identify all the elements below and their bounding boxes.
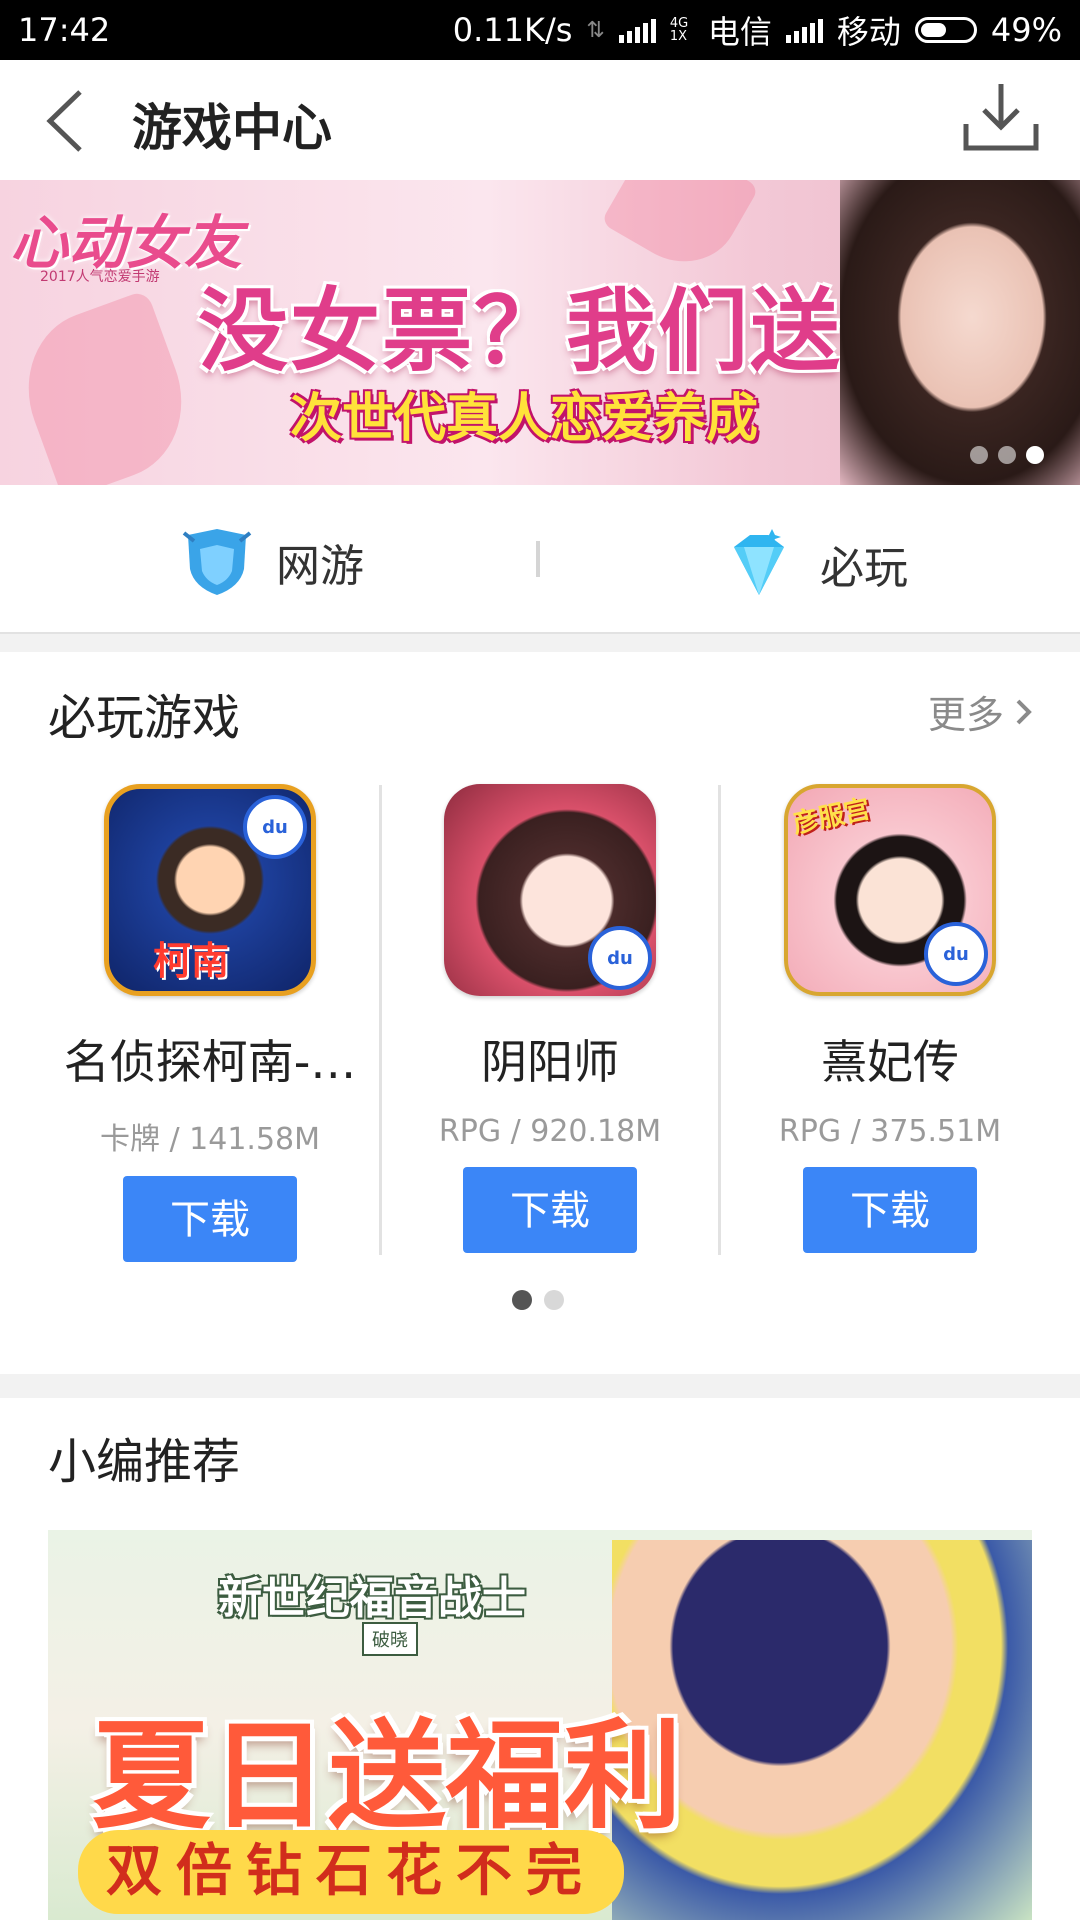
signal-icon bbox=[618, 17, 656, 43]
carrier-2: 移动 bbox=[836, 13, 901, 51]
battery-icon bbox=[914, 17, 977, 43]
pager-dot[interactable] bbox=[998, 446, 1016, 464]
status-time: 17:42 bbox=[18, 11, 111, 49]
banner-pager bbox=[970, 446, 1044, 464]
nav-divider bbox=[536, 541, 540, 577]
download-button[interactable]: 下载 bbox=[463, 1167, 637, 1253]
game-icon[interactable]: du 柯南 bbox=[104, 784, 316, 996]
net-speed: 0.11K/s bbox=[452, 11, 573, 49]
banner-logo-sub: 破晓 bbox=[362, 1622, 418, 1656]
pager-dot[interactable] bbox=[544, 1290, 564, 1310]
pager-dot-active[interactable] bbox=[512, 1290, 532, 1310]
battery-percent: 49% bbox=[990, 11, 1062, 49]
banner-logo: 新世纪福音战士 bbox=[218, 1573, 526, 1624]
baidu-badge-icon: du bbox=[924, 922, 988, 986]
download-icon[interactable] bbox=[962, 80, 1040, 154]
game-name: 熹妃传 bbox=[821, 1035, 959, 1089]
download-button[interactable]: 下载 bbox=[803, 1167, 977, 1253]
baidu-badge-icon: du bbox=[243, 795, 307, 859]
nav-label: 网游 bbox=[276, 541, 364, 592]
net-type: 4G 1X bbox=[669, 16, 689, 44]
app-header: 游戏中心 bbox=[0, 60, 1080, 180]
game-icon-text: 彦服宫 bbox=[790, 794, 873, 840]
banner-subline: 次世代真人恋爱养成 bbox=[290, 389, 759, 449]
nav-label: 必玩 bbox=[820, 543, 908, 594]
pager-dot[interactable] bbox=[970, 446, 988, 464]
page-title: 游戏中心 bbox=[132, 99, 332, 157]
pager-dot-active[interactable] bbox=[1026, 446, 1044, 464]
more-label: 更多 bbox=[927, 693, 1004, 737]
nav-must-play[interactable]: 必玩 bbox=[720, 525, 908, 603]
shield-icon bbox=[182, 529, 252, 595]
game-icon[interactable]: du bbox=[444, 784, 656, 996]
petal-decoration bbox=[5, 289, 205, 485]
game-icon[interactable]: 彦服宫 du bbox=[784, 784, 996, 996]
game-name: 名侦探柯南-… bbox=[63, 1035, 357, 1089]
must-play-section: 必玩游戏 更多 du 柯南 名侦探柯南-… 卡牌 / 141.58M 下载 du… bbox=[0, 652, 1080, 1374]
diamond-icon bbox=[734, 529, 784, 595]
nav-online-games[interactable]: 网游 bbox=[180, 525, 364, 599]
game-meta: RPG / 920.18M bbox=[438, 1114, 662, 1149]
game-card[interactable]: 彦服宫 du 熹妃传 RPG / 375.51M 下载 bbox=[720, 784, 1060, 1253]
signal-icon bbox=[785, 17, 823, 43]
section-title: 必玩游戏 bbox=[48, 690, 241, 746]
download-button[interactable]: 下载 bbox=[123, 1176, 297, 1262]
game-card[interactable]: du 阴阳师 RPG / 920.18M 下载 bbox=[380, 784, 720, 1253]
editor-pick-banner[interactable]: 新世纪福音战士 破晓 夏日送福利 双倍钻石花不完 bbox=[48, 1530, 1032, 1920]
section-pager bbox=[512, 1290, 564, 1310]
game-name: 阴阳师 bbox=[481, 1035, 619, 1089]
game-card[interactable]: du 柯南 名侦探柯南-… 卡牌 / 141.58M 下载 bbox=[40, 784, 380, 1262]
game-icon-text: 柯南 bbox=[153, 939, 230, 983]
chevron-right-icon bbox=[1016, 699, 1032, 724]
baidu-badge-icon: du bbox=[588, 926, 652, 990]
banner-portrait bbox=[840, 180, 1080, 485]
more-link[interactable]: 更多 bbox=[928, 684, 1034, 739]
carrier-1: 电信 bbox=[707, 13, 772, 51]
game-meta: 卡牌 / 141.58M bbox=[99, 1122, 321, 1157]
banner-subline: 双倍钻石花不完 bbox=[78, 1830, 624, 1914]
promo-banner[interactable]: 心动女友 2017人气恋爱手游 没女票？我们送你！ 次世代真人恋爱养成 bbox=[0, 180, 1080, 485]
banner-headline: 夏日送福利 bbox=[92, 1707, 683, 1845]
status-bar: 17:42 0.11K/s ⇅ 4G 1X 电信 移动 49% bbox=[0, 0, 1080, 60]
data-activity-icon: ⇅ bbox=[586, 17, 605, 43]
quick-nav: 网游 必玩 bbox=[0, 485, 1080, 634]
banner-logo-sub: 2017人气恋爱手游 bbox=[40, 269, 160, 285]
game-meta: RPG / 375.51M bbox=[778, 1114, 1002, 1149]
section-title: 小编推荐 bbox=[48, 1434, 241, 1490]
back-arrow-icon[interactable] bbox=[40, 86, 100, 156]
